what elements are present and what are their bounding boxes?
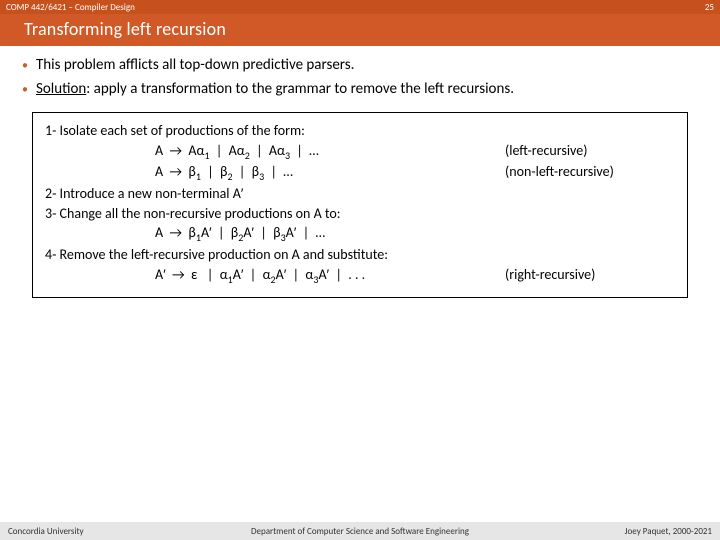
course-code: COMP 442/6421 – Compiler Design	[6, 2, 135, 13]
content-area: • This problem afflicts all top-down pre…	[0, 46, 720, 298]
page-number: 25	[705, 2, 714, 13]
bullet-2-text: Solution: apply a transformation to the …	[36, 80, 514, 98]
algorithm-box: 1- Isolate each set of productions of th…	[32, 112, 688, 298]
note-non-left-recursive: (non-left-recursive)	[505, 162, 614, 182]
algo-step-2: 2- Introduce a new non-terminal A′	[45, 184, 675, 204]
bullet-2-rest: : apply a transformation to the grammar …	[86, 80, 514, 98]
algo-line-8: A′ → ε | α1A′ | α2A′ | α3A′ | . . . (rig…	[45, 265, 675, 287]
algo-line-6: A → β1A′ | β2A′ | β3A′ | …	[45, 223, 675, 245]
algo-step-3: 3- Change all the non-recursive producti…	[45, 204, 675, 224]
algo-step-4: 4- Remove the left-recursive production …	[45, 245, 675, 265]
footer-bar: Concordia University Department of Compu…	[0, 522, 720, 540]
note-right-recursive: (right-recursive)	[505, 265, 595, 285]
algo-step-1: 1- Isolate each set of productions of th…	[45, 121, 675, 141]
bullet-1-text: This problem afflicts all top-down predi…	[36, 56, 354, 74]
note-left-recursive: (left-recursive)	[505, 141, 587, 161]
slide-title: Transforming left recursion	[0, 14, 720, 46]
header-bar: COMP 442/6421 – Compiler Design 25	[0, 0, 720, 14]
algo-line-2: A → Aα1 | Aα2 | Aα3 | … (left-recursive)	[45, 141, 675, 163]
footer-right: Joey Paquet, 2000-2021	[625, 526, 712, 537]
bullet-1: • This problem afflicts all top-down pre…	[20, 56, 700, 76]
bullet-dot-icon: •	[22, 56, 28, 76]
footer-center: Department of Computer Science and Softw…	[251, 526, 469, 537]
footer-left: Concordia University	[8, 526, 84, 537]
algo-line-3: A → β1 | β2 | β3 | … (non-left-recursive…	[45, 162, 675, 184]
solution-label: Solution	[36, 80, 86, 98]
bullet-dot-icon: •	[22, 80, 28, 100]
bullet-2: • Solution: apply a transformation to th…	[20, 80, 700, 100]
